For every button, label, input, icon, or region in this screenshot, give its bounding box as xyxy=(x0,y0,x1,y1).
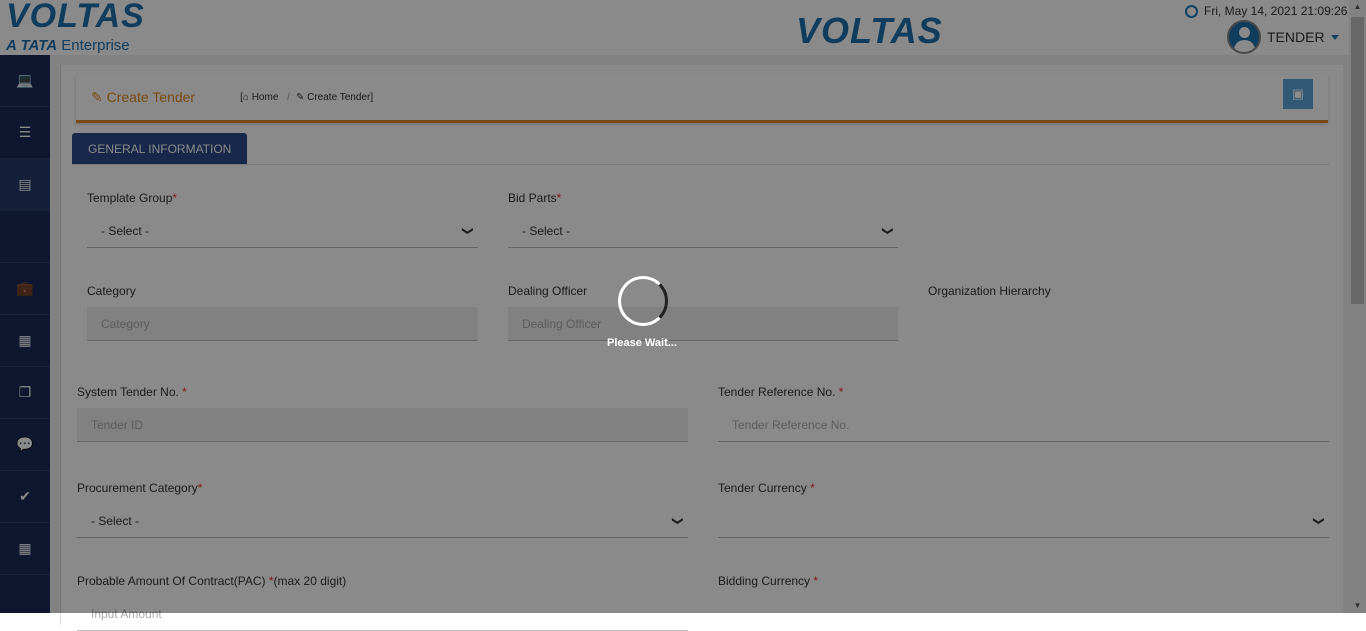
loading-overlay xyxy=(0,0,1366,613)
loading-text: Please Wait... xyxy=(607,337,677,349)
spinner-icon xyxy=(618,276,668,326)
